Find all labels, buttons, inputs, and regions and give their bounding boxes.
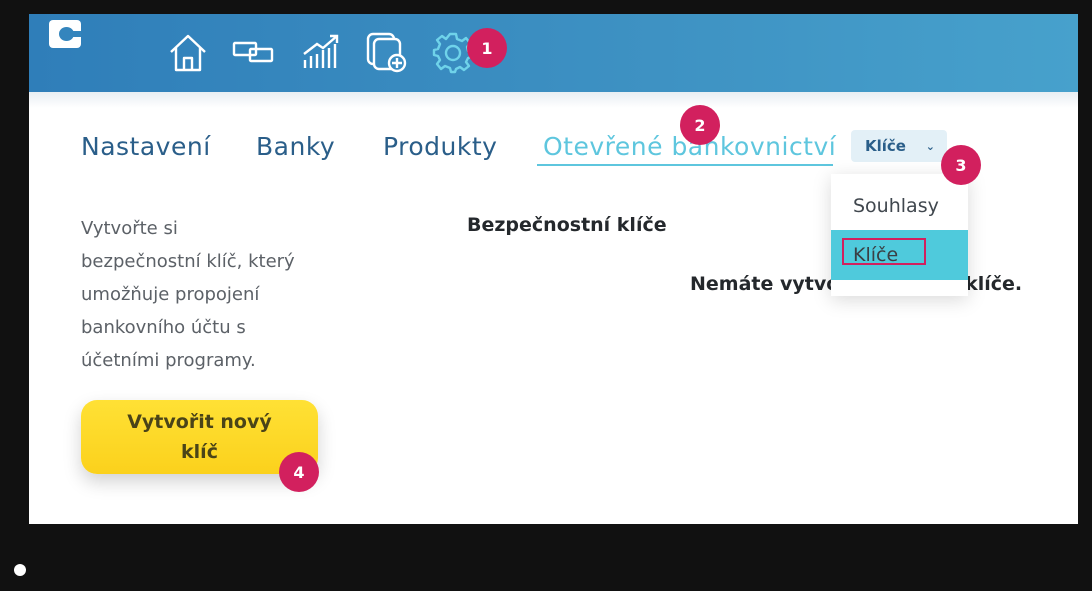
top-nav-bar bbox=[29, 14, 1078, 92]
tab-nastaveni[interactable]: Nastavení bbox=[81, 132, 211, 161]
intro-line: bankovního účtu s bbox=[81, 317, 246, 338]
topbar-shadow bbox=[29, 92, 1078, 108]
step-badge-1: 1 bbox=[467, 28, 507, 68]
keys-select-label: Klíče bbox=[865, 137, 906, 155]
chevron-down-icon: ⌄ bbox=[925, 140, 935, 153]
intro-line: bezpečnostní klíč, který bbox=[81, 251, 295, 272]
step-badge-2: 2 bbox=[680, 105, 720, 145]
step-badge-3: 3 bbox=[941, 145, 981, 185]
intro-line: Vytvořte si bbox=[81, 218, 178, 239]
dropdown-item-souhlasy[interactable]: Souhlasy bbox=[831, 188, 968, 224]
logo[interactable] bbox=[49, 20, 81, 48]
intro-text: Vytvořte si bezpečnostní klíč, který umo… bbox=[81, 212, 351, 377]
growth-chart-icon[interactable] bbox=[299, 30, 343, 74]
selection-highlight-box bbox=[842, 238, 926, 265]
intro-line: umožňuje propojení bbox=[81, 284, 260, 305]
tab-banky[interactable]: Banky bbox=[256, 132, 335, 161]
intro-line: účetními programy. bbox=[81, 350, 256, 371]
active-tab-underline bbox=[537, 164, 833, 166]
step-badge-4: 4 bbox=[279, 452, 319, 492]
create-key-button-line2: klíč bbox=[181, 441, 218, 463]
bullet-dot bbox=[14, 564, 26, 576]
home-icon[interactable] bbox=[166, 30, 210, 74]
add-card-icon[interactable] bbox=[365, 30, 409, 74]
dropdown-item-klice[interactable]: Klíče bbox=[831, 230, 968, 280]
create-key-button-line1: Vytvořit nový bbox=[127, 411, 272, 433]
app-frame: 1 2 3 4 Nastavení Banky Produkty Otevřen… bbox=[29, 14, 1078, 524]
keys-select[interactable]: Klíče ⌄ bbox=[851, 130, 947, 162]
tab-produkty[interactable]: Produkty bbox=[383, 132, 497, 161]
money-transfer-icon[interactable] bbox=[231, 30, 275, 74]
section-title: Bezpečnostní klíče bbox=[467, 214, 667, 236]
keys-dropdown-menu: Souhlasy Klíče bbox=[831, 174, 968, 296]
